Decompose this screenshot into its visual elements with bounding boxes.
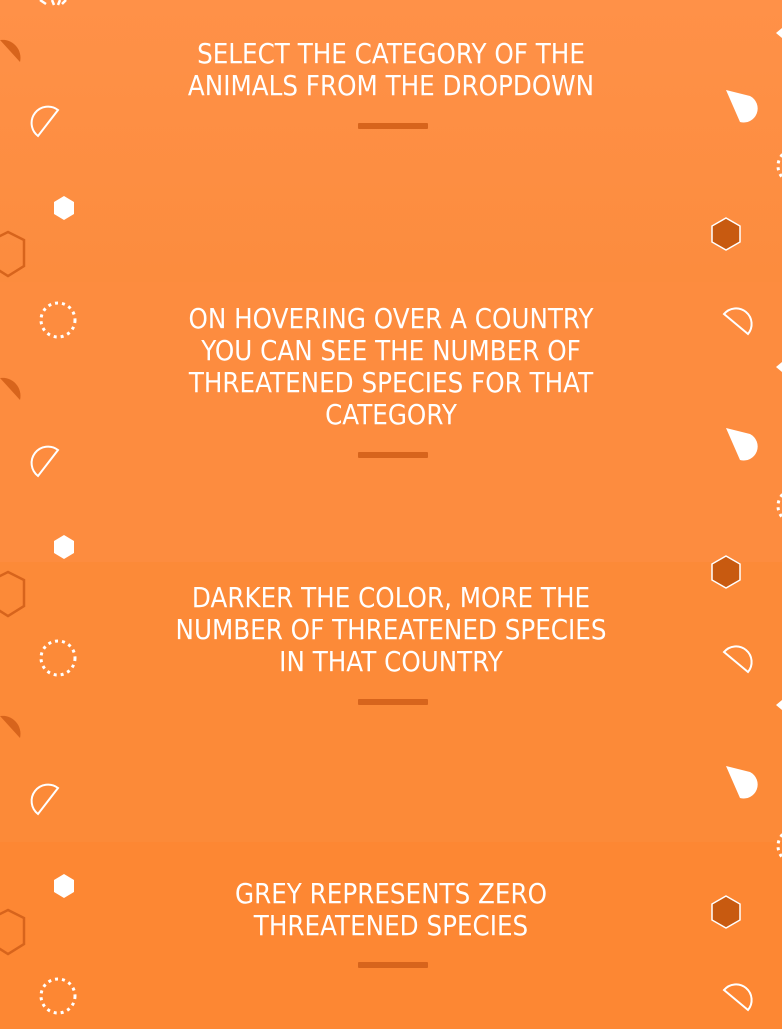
half-circle-icon (726, 90, 758, 799)
dashed-circle-icon (776, 152, 782, 860)
edge-mark-icon (776, 28, 782, 710)
half-circle-icon (0, 39, 21, 738)
dashed-circle-icon (39, 301, 77, 1015)
decorative-shapes (0, 0, 782, 1015)
hexagon-icon (54, 196, 74, 898)
hexagon-outline-icon (0, 230, 26, 956)
dashed-circle-icon (39, 0, 67, 6)
